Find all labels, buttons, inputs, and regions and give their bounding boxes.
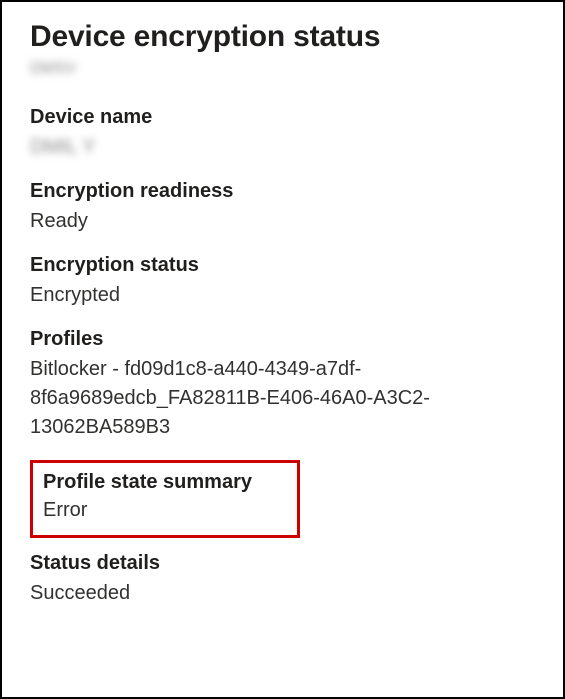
highlight-profile-state-summary: Profile state summary Error [30,460,300,538]
device-name-value: DMIL Y [30,133,535,162]
field-profile-state-summary: Profile state summary Error [43,471,287,525]
device-name-label: Device name [30,106,535,129]
field-status-details: Status details Succeeded [30,552,535,608]
field-device-name: Device name DMIL Y [30,106,535,162]
profile-state-summary-label: Profile state summary [43,471,287,494]
encryption-status-value: Encrypted [30,281,535,310]
profile-state-summary-value: Error [43,496,287,525]
profiles-value: Bitlocker - fd09d1c8-a440-4349-a7df-8f6a… [30,355,535,442]
field-encryption-status: Encryption status Encrypted [30,254,535,310]
status-details-value: Succeeded [30,579,535,608]
status-details-label: Status details [30,552,535,575]
field-profiles: Profiles Bitlocker - fd09d1c8-a440-4349-… [30,328,535,442]
encryption-readiness-value: Ready [30,207,535,236]
profiles-label: Profiles [30,328,535,351]
subtitle-redacted: DMSV [30,60,535,78]
encryption-status-label: Encryption status [30,254,535,277]
encryption-readiness-label: Encryption readiness [30,180,535,203]
field-encryption-readiness: Encryption readiness Ready [30,180,535,236]
device-encryption-panel: Device encryption status DMSV Device nam… [0,0,565,699]
page-title: Device encryption status [30,20,535,54]
